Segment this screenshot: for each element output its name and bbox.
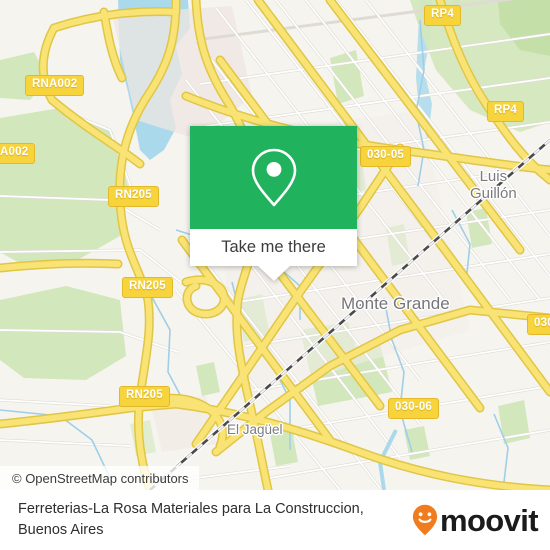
- road-shield-030-06[interactable]: 030-06: [388, 398, 440, 419]
- road-shield-rn205-north[interactable]: RN205: [108, 186, 159, 207]
- callout-pointer: [257, 266, 290, 281]
- place-title-line1: Ferreterias-La Rosa Materiales para La C…: [18, 501, 364, 517]
- place-title-line2: Buenos Aires: [18, 522, 104, 538]
- moovit-logo[interactable]: moovit: [412, 502, 539, 538]
- road-shield-rna002[interactable]: RNA002: [25, 75, 85, 96]
- place-title: Ferreterias-La Rosa Materiales para La C…: [18, 499, 418, 541]
- map-canvas[interactable]: Luis Guillón Monte Grande El Jagüel RP4 …: [0, 0, 550, 490]
- map-attribution-label: © OpenStreetMap contributors: [12, 470, 189, 486]
- footer-bar: Ferreterias-La Rosa Materiales para La C…: [0, 490, 550, 550]
- road-shield-rn205-mid[interactable]: RN205: [122, 277, 173, 298]
- map-attribution[interactable]: © OpenStreetMap contributors: [0, 466, 199, 490]
- road-shield-rp4-north[interactable]: RP4: [424, 5, 461, 26]
- road-shield-rn205-south[interactable]: RN205: [119, 386, 170, 407]
- map-pin-icon: [251, 148, 296, 206]
- take-me-there-label: Take me there: [221, 238, 326, 256]
- road-shield-030-05[interactable]: 030-05: [360, 146, 412, 167]
- moovit-place-map-card: Luis Guillón Monte Grande El Jagüel RP4 …: [0, 0, 550, 550]
- moovit-smiley-pin-icon: [412, 504, 438, 536]
- callout-pin-panel: [190, 126, 357, 229]
- road-shield-a002[interactable]: A002: [0, 143, 36, 164]
- moovit-wordmark: moovit: [439, 502, 539, 538]
- take-me-there-callout[interactable]: Take me there: [190, 126, 357, 281]
- road-shield-rp4-south[interactable]: RP4: [487, 101, 524, 122]
- take-me-there-button[interactable]: Take me there: [190, 229, 357, 266]
- road-shield-030[interactable]: 030: [527, 314, 550, 335]
